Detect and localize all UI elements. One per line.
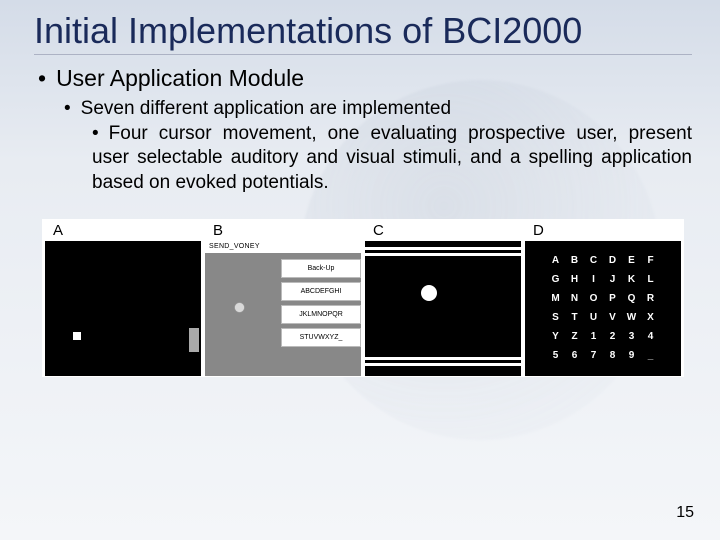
speller-cell: C [586,253,602,269]
speller-cell: W [624,310,640,326]
speller-cell: T [567,310,583,326]
speller-grid: ABCDEF GHIJKL MNOPQR STUVWX YZ1234 56789_ [548,253,659,364]
figure-panel-d: D ABCDEF GHIJKL MNOPQR STUVWX YZ1234 56789_ [523,220,683,376]
speller-cell: Z [567,329,583,345]
speller-cell: 8 [605,348,621,364]
speller-cell: J [605,272,621,288]
figure-panel-b: B SEND_VONEY Back-Up ABCDEFGHI JKLMNOPQR… [203,220,363,376]
speller-cell: 2 [605,329,621,345]
speller-cell: B [567,253,583,269]
speller-cell: _ [643,348,659,364]
speller-cell: 7 [586,348,602,364]
option-item: STUVWXYZ_ [281,328,361,347]
speller-cell: V [605,310,621,326]
figure-panel-d-body: ABCDEF GHIJKL MNOPQR STUVWX YZ1234 56789_ [525,241,681,376]
speller-cell: K [624,272,640,288]
cursor-ball-icon [235,303,244,312]
figure-panel-c-body [365,241,521,376]
target-bar-icon [189,328,199,352]
figure-panel-c-label: C [363,220,523,241]
bullet-level-3: Four cursor movement, one evaluating pro… [92,122,692,195]
speller-cell: O [586,291,602,307]
speller-cell: S [548,310,564,326]
figure-panel-a-body [45,241,201,376]
figure-panel-b-body: SEND_VONEY Back-Up ABCDEFGHI JKLMNOPQR S… [205,241,361,376]
speller-cell: 5 [548,348,564,364]
speller-cell: M [548,291,564,307]
figure-panel-a: A [43,220,203,376]
speller-cell: Y [548,329,564,345]
speller-cell: X [643,310,659,326]
figure-panel-a-label: A [43,220,203,241]
speller-cell: A [548,253,564,269]
boundary-line-icon [365,253,521,256]
option-item: JKLMNOPQR [281,305,361,324]
figure-panel-c: C [363,220,523,376]
speller-cell: H [567,272,583,288]
boundary-line-icon [365,363,521,366]
figure-b-options: Back-Up ABCDEFGHI JKLMNOPQR STUVWXYZ_ [281,259,361,351]
speller-cell: N [567,291,583,307]
speller-cell: I [586,272,602,288]
speller-cell: P [605,291,621,307]
boundary-line-icon [365,357,521,360]
speller-cell: 6 [567,348,583,364]
speller-cell: L [643,272,659,288]
speller-cell: D [605,253,621,269]
bullet-level-2: Seven different application are implemen… [64,98,692,120]
speller-cell: R [643,291,659,307]
speller-cell: 3 [624,329,640,345]
slide: Initial Implementations of BCI2000 User … [0,0,720,540]
bullet-level-1: User Application Module [38,65,692,92]
option-item: ABCDEFGHI [281,282,361,301]
option-item: Back-Up [281,259,361,278]
boundary-line-icon [365,247,521,250]
speller-cell: 4 [643,329,659,345]
slide-title: Initial Implementations of BCI2000 [34,10,692,55]
speller-cell: E [624,253,640,269]
figure-b-header: SEND_VONEY [205,241,361,253]
speller-cell: 1 [586,329,602,345]
speller-cell: U [586,310,602,326]
speller-cell: F [643,253,659,269]
figure-strip: A B SEND_VONEY Back-Up ABCDEFGHI JKLMNOP… [42,219,684,377]
figure-panel-d-label: D [523,220,683,241]
page-number: 15 [676,504,694,522]
figure-panel-b-label: B [203,220,363,241]
speller-cell: G [548,272,564,288]
cursor-ball-icon [421,285,437,301]
speller-cell: 9 [624,348,640,364]
cursor-square-icon [73,332,81,340]
speller-cell: Q [624,291,640,307]
